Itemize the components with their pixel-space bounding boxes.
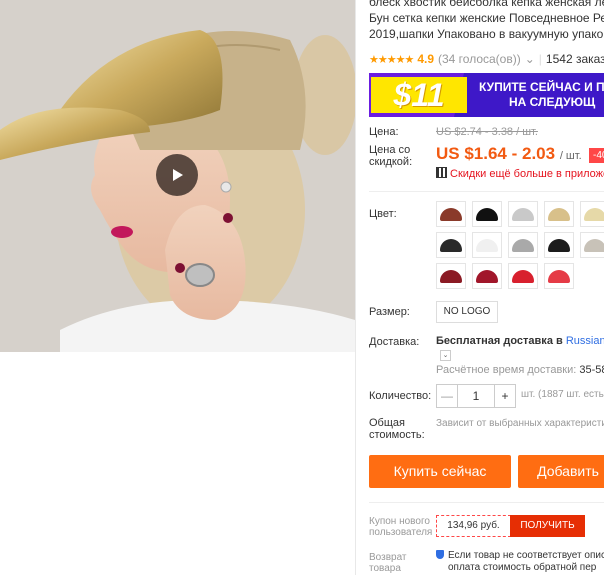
color-swatch[interactable] <box>544 201 574 227</box>
color-label: Цвет: <box>369 208 397 220</box>
discount-badge: -40 <box>589 148 604 163</box>
promo-banner[interactable]: $11 КУПИТЕ СЕЙЧАС И ПО НА СЛЕДУЮЩ <box>369 73 604 117</box>
cap-thumbnail <box>584 238 604 252</box>
rating-score: 4.9 <box>417 52 434 66</box>
promo-text: КУПИТЕ СЕЙЧАС И ПО НА СЛЕДУЮЩ <box>479 80 604 110</box>
add-to-cart-button[interactable]: Добавить <box>518 455 604 488</box>
coupon-label: Купон нового пользователя <box>369 516 433 538</box>
eta-value: 35-58 дн <box>579 364 604 376</box>
product-title: блеск хвостик бейсболка кепка женская ле… <box>369 0 604 42</box>
star-rating-icon: ★★★★★ <box>369 53 414 66</box>
color-swatch[interactable] <box>436 201 466 227</box>
color-swatch[interactable] <box>508 201 538 227</box>
price-label: Цена: <box>369 126 399 138</box>
delivery-estimate: Расчётное время доставки: 35-58 дн <box>436 364 604 376</box>
chevron-down-icon[interactable]: ⌄ <box>440 350 451 361</box>
returns-line: оплата стоимость обратной пер <box>448 562 597 573</box>
promo-line: НА СЛЕДУЮЩ <box>509 95 596 109</box>
returns-label: Возврат товара <box>369 552 413 574</box>
app-discount-text: Скидки ещё больше в приложени <box>450 168 604 180</box>
promo-price: $11 <box>371 77 467 113</box>
current-price-value: US $1.64 - 2.03 <box>436 144 556 163</box>
price-unit: / шт. <box>559 150 582 162</box>
product-title-line: Бун сетка кепки женские Повседневное Ре <box>369 11 604 25</box>
coupon-label-line: Купон нового пользователя <box>369 516 433 538</box>
chevron-down-icon[interactable]: ⌄ <box>525 52 535 66</box>
shipping-label: Доставка: <box>369 336 420 348</box>
old-price: US $2.74 - 3.38 / шт. <box>436 126 538 138</box>
product-title-line: 2019,шапки Упаковано в вакуумную упако <box>369 27 604 41</box>
cap-thumbnail <box>548 269 570 283</box>
quantity-label: Количество: <box>369 390 432 402</box>
app-discount-link[interactable]: Скидки ещё больше в приложени <box>436 167 604 180</box>
decrease-button[interactable]: — <box>437 385 457 407</box>
size-label: Размер: <box>369 306 410 318</box>
color-swatch[interactable] <box>436 232 466 258</box>
cap-thumbnail <box>440 238 462 252</box>
returns-info: Если товар не соответствует опис оплата … <box>436 550 604 574</box>
returns-label-text: Возврат товара <box>369 552 407 574</box>
quantity-input[interactable]: 1 <box>457 385 495 407</box>
color-swatch[interactable] <box>472 201 502 227</box>
cap-thumbnail <box>440 269 462 283</box>
separator: | <box>538 52 542 66</box>
orders-count: 1542 заказа(ов <box>545 52 604 66</box>
cap-thumbnail <box>548 207 570 221</box>
total-label: Общая стоимость: <box>369 417 425 441</box>
shipping-info: Бесплатная доставка в Russian Fed <box>436 335 604 347</box>
returns-line: Если товар не соответствует опис <box>448 550 604 561</box>
cap-thumbnail <box>476 207 498 221</box>
shield-icon <box>436 550 444 559</box>
color-swatch[interactable] <box>472 263 502 289</box>
total-note: Зависит от выбранных характеристи <box>436 418 604 429</box>
cap-thumbnail <box>476 238 498 252</box>
increase-button[interactable]: + <box>495 385 515 407</box>
rating-row: ★★★★★ 4.9 (34 голоса(ов)) ⌄ | 1542 заказ… <box>369 52 604 66</box>
color-swatch[interactable] <box>544 263 574 289</box>
cap-thumbnail <box>584 207 604 221</box>
product-title-line: блеск хвостик бейсболка кепка женская ле <box>369 0 604 9</box>
play-button[interactable] <box>156 154 198 196</box>
product-video-preview[interactable] <box>0 0 355 352</box>
quantity-stepper: — 1 + <box>436 384 516 408</box>
cap-thumbnail <box>512 238 534 252</box>
cap-thumbnail <box>512 269 534 283</box>
color-swatch[interactable] <box>508 232 538 258</box>
discount-price-label: Цена со скидкой: <box>369 144 413 168</box>
size-option-button[interactable]: NO LOGO <box>436 301 498 323</box>
cap-thumbnail <box>512 207 534 221</box>
current-price: US $1.64 - 2.03 / шт. <box>436 144 582 164</box>
buy-now-button[interactable]: Купить сейчас <box>369 455 511 488</box>
color-swatch[interactable] <box>472 232 502 258</box>
color-swatch[interactable] <box>544 232 574 258</box>
promo-line: КУПИТЕ СЕЙЧАС И ПО <box>479 80 604 94</box>
color-swatch[interactable] <box>580 201 604 227</box>
shipping-destination-link[interactable]: Russian Fed <box>566 335 604 347</box>
color-swatch[interactable] <box>436 263 466 289</box>
coupon-amount: 134,96 руб. <box>436 515 511 537</box>
votes-link[interactable]: (34 голоса(ов)) <box>438 52 521 66</box>
get-coupon-button[interactable]: ПОЛУЧИТЬ <box>510 515 585 537</box>
color-swatch[interactable] <box>580 232 604 258</box>
eta-label: Расчётное время доставки: <box>436 364 577 376</box>
divider <box>369 191 604 192</box>
shipping-text: Бесплатная доставка в <box>436 335 563 347</box>
divider <box>355 0 356 575</box>
divider <box>369 502 604 503</box>
qr-code-icon <box>436 167 447 178</box>
cap-thumbnail <box>440 207 462 221</box>
availability-text: шт. (1887 шт. есть <box>521 389 604 400</box>
cap-thumbnail <box>548 238 570 252</box>
cap-thumbnail <box>476 269 498 283</box>
product-info-panel: блеск хвостик бейсболка кепка женская ле… <box>369 0 604 575</box>
play-icon <box>173 169 183 181</box>
color-swatch[interactable] <box>508 263 538 289</box>
